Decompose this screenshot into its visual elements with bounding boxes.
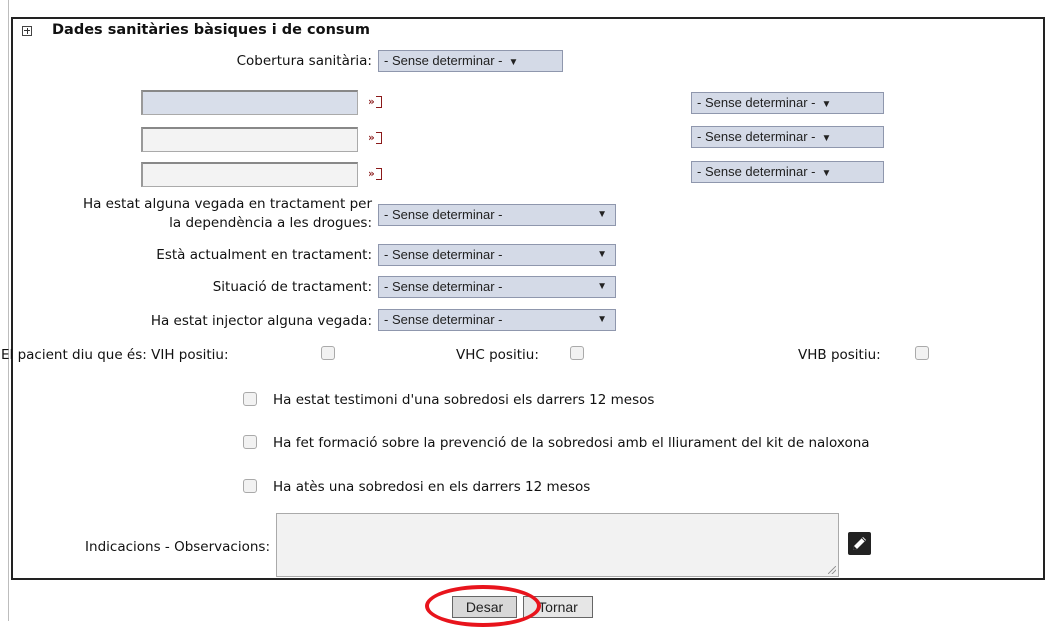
substance-input-2[interactable] <box>141 127 358 152</box>
dropdown-arrow-icon: ▼ <box>821 99 832 110</box>
substance-input-3[interactable] <box>141 162 358 187</box>
dropdown-arrow-icon: ▼ <box>821 133 832 144</box>
actualment-label: Està actualment en tractament: <box>156 247 372 263</box>
observacions-label: Indicacions - Observacions: <box>85 539 270 555</box>
section-title: Dades sanitàries bàsiques i de consum <box>52 22 370 38</box>
actualment-select[interactable]: - Sense determinar - ▼ <box>378 244 616 266</box>
formacio-label: Ha fet formació sobre la prevenció de la… <box>273 435 870 451</box>
vhb-label: VHB positiu: <box>798 347 881 363</box>
testimoni-checkbox[interactable] <box>243 392 257 406</box>
formacio-checkbox[interactable] <box>243 435 257 449</box>
substance-select-1[interactable]: - Sense determinar - ▼ <box>691 92 884 114</box>
plus-box-icon[interactable] <box>22 26 32 36</box>
vhc-label: VHC positiu: <box>456 347 539 363</box>
pencil-icon[interactable] <box>848 532 871 555</box>
injector-label: Ha estat injector alguna vegada: <box>150 313 372 329</box>
testimoni-label: Ha estat testimoni d'una sobredosi els d… <box>273 392 655 408</box>
observacions-textarea[interactable] <box>276 513 839 577</box>
vih-label: El pacient diu que és: VIH positiu: <box>1 347 229 363</box>
dropdown-arrow-icon: ▼ <box>597 249 607 260</box>
window-left-border <box>8 0 9 621</box>
cobertura-label: Cobertura sanitària: <box>236 53 372 69</box>
situacio-select[interactable]: - Sense determinar - ▼ <box>378 276 616 298</box>
dropdown-arrow-icon: ▼ <box>508 57 519 68</box>
vhb-checkbox[interactable] <box>915 346 929 360</box>
dropdown-arrow-icon: ▼ <box>597 281 607 292</box>
dropdown-arrow-icon: ▼ <box>821 168 832 179</box>
link-arrow-icon[interactable]: » <box>368 95 382 108</box>
ates-label: Ha atès una sobredosi en els darrers 12 … <box>273 479 591 495</box>
tractament-label-line2: la dependència a les drogues: <box>169 215 372 231</box>
vih-checkbox[interactable] <box>321 346 335 360</box>
resize-grip-icon[interactable] <box>828 566 836 574</box>
substance-select-3[interactable]: - Sense determinar - ▼ <box>691 161 884 183</box>
vhc-checkbox[interactable] <box>570 346 584 360</box>
tractament-label-line1: Ha estat alguna vegada en tractament per <box>82 196 372 212</box>
injector-select[interactable]: - Sense determinar - ▼ <box>378 309 616 331</box>
tractament-select[interactable]: - Sense determinar - ▼ <box>378 204 616 226</box>
cobertura-select[interactable]: - Sense determinar - ▼ <box>378 50 563 72</box>
dropdown-arrow-icon: ▼ <box>597 314 607 325</box>
substance-select-2[interactable]: - Sense determinar - ▼ <box>691 126 884 148</box>
situacio-label: Situació de tractament: <box>212 279 372 295</box>
link-arrow-icon[interactable]: » <box>368 167 382 180</box>
dropdown-arrow-icon: ▼ <box>597 209 607 220</box>
substance-input-1[interactable] <box>141 90 358 115</box>
link-arrow-icon[interactable]: » <box>368 131 382 144</box>
ates-checkbox[interactable] <box>243 479 257 493</box>
